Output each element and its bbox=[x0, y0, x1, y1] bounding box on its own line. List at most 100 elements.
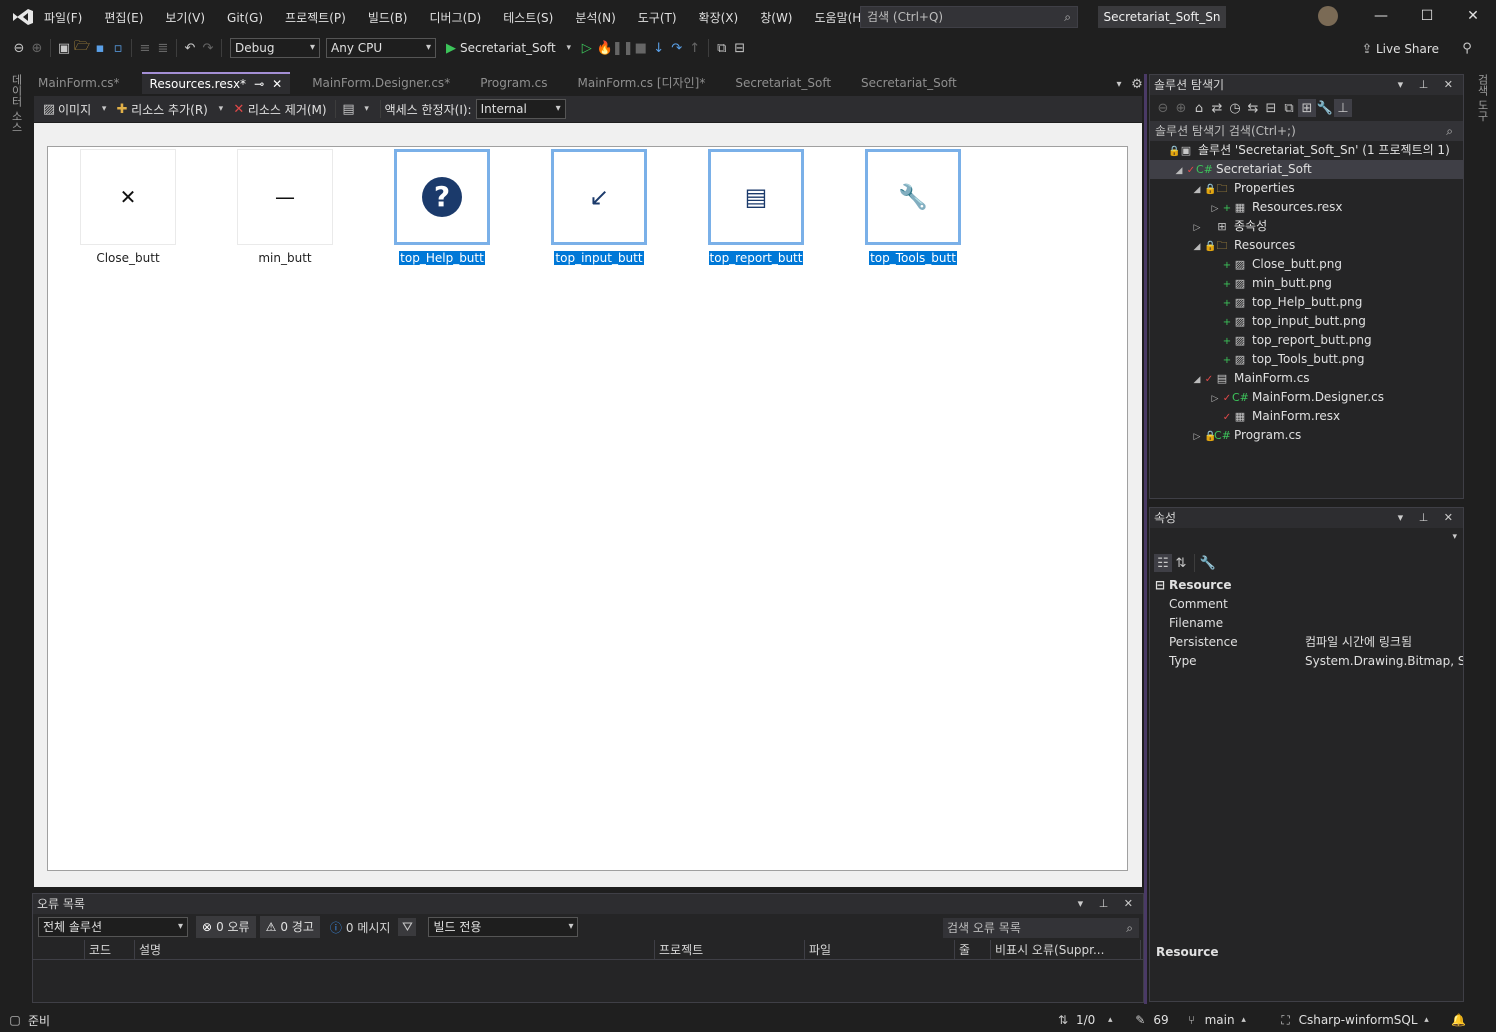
layout-icon[interactable]: ⊟ bbox=[731, 39, 749, 57]
property-row[interactable]: Persistence 컴파일 시간에 링크됨 bbox=[1150, 633, 1463, 652]
solution-search-input[interactable]: 솔루션 탐색기 검색(Ctrl+;) ⌕ bbox=[1150, 121, 1463, 141]
chevron-down-icon[interactable]: ▾ bbox=[95, 100, 113, 118]
configuration-select[interactable]: Debug bbox=[230, 38, 320, 58]
resource-thumbnail[interactable]: ↙ bbox=[551, 149, 647, 245]
menu-item[interactable]: 도구(T) bbox=[638, 9, 677, 26]
warnings-filter-button[interactable]: ⚠ 0 경고 bbox=[259, 916, 320, 938]
alphabetical-icon[interactable]: ⇅ bbox=[1172, 554, 1190, 572]
menu-item[interactable]: 파일(F) bbox=[44, 9, 82, 26]
menu-item[interactable]: 빌드(B) bbox=[368, 9, 408, 26]
tree-item[interactable]: + ▨ min_butt.png bbox=[1150, 274, 1463, 293]
menu-item[interactable]: Git(G) bbox=[227, 11, 263, 25]
tree-item[interactable]: ◢ ✓C# Secretariat_Soft bbox=[1150, 160, 1463, 179]
document-tab[interactable]: MainForm.cs [디자인]* bbox=[569, 72, 713, 94]
property-pages-icon[interactable]: 🔧 bbox=[1199, 554, 1217, 572]
forward-nav-icon[interactable]: ⊕ bbox=[28, 39, 46, 57]
save-icon[interactable]: ▪ bbox=[91, 39, 109, 57]
resource-thumbnail[interactable]: — bbox=[237, 149, 333, 245]
document-tab[interactable]: Resources.resx* ⊸ ✕ bbox=[141, 72, 291, 94]
back-icon[interactable]: ⊖ bbox=[1154, 99, 1172, 117]
resource-item[interactable]: ✕ Close_butt bbox=[78, 149, 178, 265]
minimize-window-button[interactable]: — bbox=[1358, 8, 1404, 24]
add-resource-button[interactable]: 리소스 추가(R) bbox=[131, 101, 208, 118]
status-changes[interactable]: 69 bbox=[1153, 1013, 1168, 1027]
menu-item[interactable]: 도움말(H) bbox=[815, 9, 867, 26]
back-nav-icon[interactable]: ⊖ bbox=[10, 39, 28, 57]
menu-item[interactable]: 테스트(S) bbox=[503, 9, 553, 26]
preview-icon[interactable]: ⊞ bbox=[1298, 99, 1316, 117]
search-tools-tab[interactable]: 검색 도구 bbox=[1474, 74, 1490, 122]
document-tab[interactable]: MainForm.cs* bbox=[30, 72, 128, 94]
tree-item[interactable]: + ▨ top_Tools_butt.png bbox=[1150, 350, 1463, 369]
tree-item[interactable]: + ▨ top_Help_butt.png bbox=[1150, 293, 1463, 312]
chevron-up-icon[interactable]: ▴ bbox=[1418, 1011, 1436, 1029]
tree-item[interactable]: ◢ ✓ ▤ MainForm.cs bbox=[1150, 369, 1463, 388]
messages-filter-button[interactable]: ⓘ 0 메시지 bbox=[330, 919, 391, 936]
data-sources-tab[interactable]: 데이터 소스 bbox=[8, 74, 24, 133]
uncomment-icon[interactable]: ≣ bbox=[154, 39, 172, 57]
new-project-icon[interactable]: ▣ bbox=[55, 39, 73, 57]
resource-thumbnail[interactable]: ✕ bbox=[80, 149, 176, 245]
pause-icon[interactable]: ❚❚ bbox=[612, 39, 634, 57]
undo-icon[interactable]: ↶ bbox=[181, 39, 199, 57]
build-filter-select[interactable]: 빌드 전용 bbox=[428, 917, 579, 937]
access-modifier-select[interactable]: Internal bbox=[475, 99, 566, 119]
history-icon[interactable]: ◷ bbox=[1226, 99, 1244, 117]
chevron-up-icon[interactable]: ▴ bbox=[1101, 1011, 1119, 1029]
bell-icon[interactable]: 🔔 bbox=[1450, 1011, 1468, 1029]
expander-icon[interactable]: ▷ bbox=[1190, 428, 1204, 447]
resource-canvas[interactable]: ✕ Close_butt — min_butt? top_Help_butt ↙ top_i… bbox=[47, 146, 1128, 871]
tree-item[interactable]: ◢ 🔒🗀 Resources bbox=[1150, 236, 1463, 255]
start-target-label[interactable]: Secretariat_Soft bbox=[460, 41, 556, 55]
stop-icon[interactable]: ■ bbox=[632, 39, 650, 57]
tree-item[interactable]: + ▨ top_input_butt.png bbox=[1150, 312, 1463, 331]
tree-item[interactable]: ▷ 🔒C# Program.cs bbox=[1150, 426, 1463, 445]
close-window-button[interactable]: ✕ bbox=[1450, 8, 1496, 24]
resource-item[interactable]: ↙ top_input_butt bbox=[549, 149, 649, 266]
status-repo[interactable]: Csharp-winformSQL bbox=[1299, 1013, 1418, 1027]
open-folder-icon[interactable]: 🗁 bbox=[73, 39, 91, 57]
dropdown-chevron-icon[interactable]: ▾ bbox=[560, 39, 578, 57]
resource-thumbnail[interactable]: 🔧 bbox=[865, 149, 961, 245]
remove-resource-button[interactable]: 리소스 제거(M) bbox=[248, 101, 327, 118]
resource-item[interactable]: 🔧 top_Tools_butt bbox=[863, 149, 963, 266]
resource-name[interactable]: top_Tools_butt bbox=[868, 250, 958, 266]
resource-name[interactable]: min_butt bbox=[257, 251, 312, 265]
column-header[interactable]: 줄 bbox=[955, 939, 991, 960]
step-into-icon[interactable]: ↓ bbox=[650, 39, 668, 57]
view-mode-icon[interactable]: ▤ bbox=[340, 100, 358, 118]
step-over-icon[interactable]: ↷ bbox=[668, 39, 686, 57]
errors-filter-button[interactable]: ⊗ 0 오류 bbox=[196, 916, 256, 938]
collapse-icon[interactable]: ⊟ bbox=[1262, 99, 1280, 117]
tree-item[interactable]: + ▨ Close_butt.png bbox=[1150, 255, 1463, 274]
tree-item[interactable]: ▷ ⊞ 종속성 bbox=[1150, 217, 1463, 236]
resource-thumbnail[interactable]: ▤ bbox=[708, 149, 804, 245]
object-selector[interactable]: ▾ bbox=[1150, 528, 1463, 550]
panel-controls[interactable]: ▾ ⊥ ✕ bbox=[1398, 75, 1459, 95]
resource-name[interactable]: top_input_butt bbox=[553, 250, 645, 266]
document-tab[interactable]: MainForm.Designer.cs* bbox=[304, 72, 458, 94]
pin-icon[interactable]: ⊸ bbox=[254, 75, 264, 93]
property-value[interactable]: System.Drawing.Bitmap, Syst bbox=[1305, 652, 1463, 671]
resource-item[interactable]: ? top_Help_butt bbox=[392, 149, 492, 266]
property-row[interactable]: Type System.Drawing.Bitmap, Syst bbox=[1150, 652, 1463, 671]
categorized-icon[interactable]: ☷ bbox=[1154, 554, 1172, 572]
resource-name[interactable]: Close_butt bbox=[95, 251, 160, 265]
platform-select[interactable]: Any CPU bbox=[326, 38, 436, 58]
column-header[interactable]: 프로젝트 bbox=[655, 939, 805, 960]
resource-name[interactable]: top_report_butt bbox=[707, 250, 805, 266]
tree-item[interactable]: + ▨ top_report_butt.png bbox=[1150, 331, 1463, 350]
start-debug-icon[interactable]: ▶ bbox=[442, 39, 460, 57]
menu-item[interactable]: 확장(X) bbox=[699, 9, 739, 26]
save-all-icon[interactable]: ▫ bbox=[109, 39, 127, 57]
document-tab[interactable]: Program.cs bbox=[472, 72, 555, 94]
switch-view-icon[interactable]: ⇄ bbox=[1208, 99, 1226, 117]
resource-name[interactable]: top_Help_butt bbox=[398, 250, 486, 266]
feedback-icon[interactable]: ⚲ bbox=[1458, 39, 1476, 57]
menu-item[interactable]: 프로젝트(P) bbox=[285, 9, 346, 26]
resource-thumbnail[interactable]: ? bbox=[394, 149, 490, 245]
avatar[interactable] bbox=[1318, 6, 1338, 26]
panel-controls[interactable]: ▾ ⊥ ✕ bbox=[1078, 894, 1139, 914]
menu-item[interactable]: 편집(E) bbox=[104, 9, 143, 26]
tree-item[interactable]: ▷ ✓C# MainForm.Designer.cs bbox=[1150, 388, 1463, 407]
